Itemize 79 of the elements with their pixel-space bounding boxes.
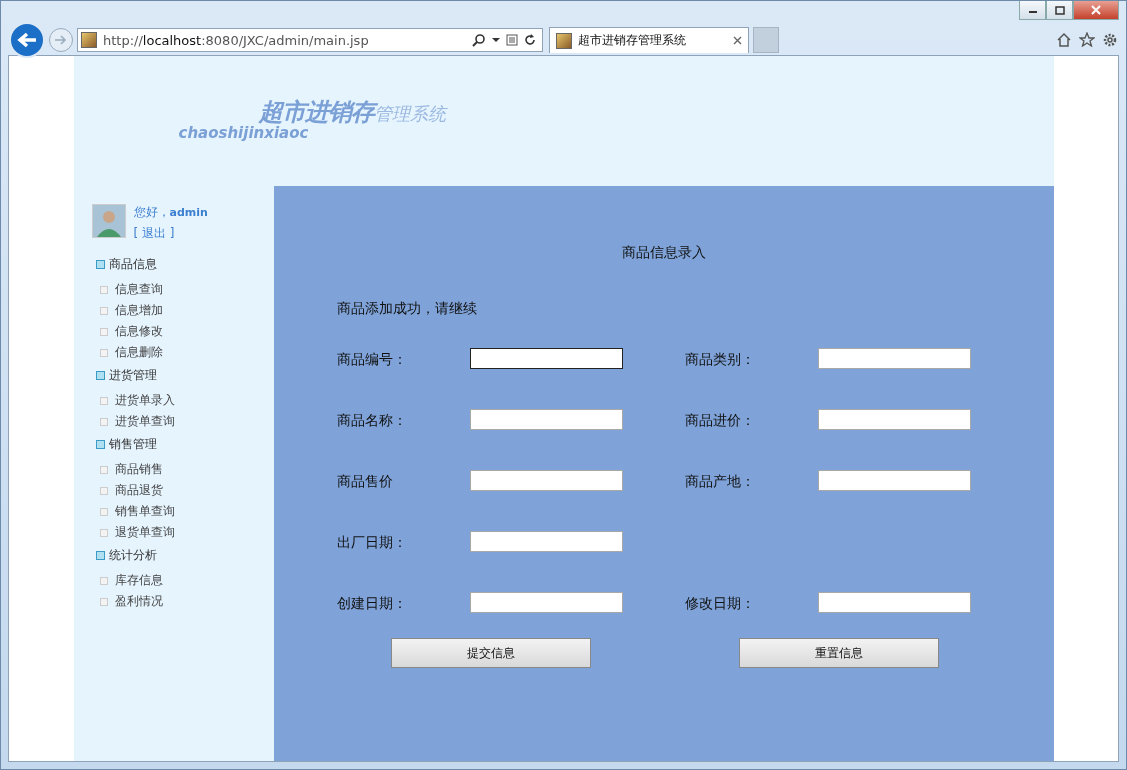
- avatar-icon: [91, 204, 126, 238]
- maximize-button[interactable]: [1046, 1, 1073, 20]
- square-bullet-icon: [99, 396, 108, 405]
- menu-group[interactable]: 进货管理: [108, 367, 157, 384]
- maximize-icon: [1054, 5, 1065, 15]
- address-text: http://localhost:8080/JXC/admin/main.jsp: [103, 32, 370, 48]
- square-bullet-icon: [99, 285, 108, 294]
- menu-item[interactable]: 商品退货: [114, 482, 163, 499]
- dropdown-caret-icon[interactable]: [492, 37, 500, 43]
- menu-item[interactable]: 销售单查询: [114, 503, 175, 520]
- menu-item[interactable]: 信息删除: [114, 344, 163, 361]
- close-tab-icon[interactable]: [733, 36, 742, 45]
- square-bullet-icon: [99, 507, 108, 516]
- page-icon: [556, 32, 572, 49]
- menu-item[interactable]: 信息修改: [114, 323, 163, 340]
- home-icon[interactable]: [1056, 32, 1072, 47]
- field-label: 商品编号：: [336, 350, 408, 369]
- close-icon: [1090, 5, 1102, 15]
- status-message: 商品添加成功，请继续: [336, 300, 478, 318]
- menu-group[interactable]: 商品信息: [108, 256, 157, 273]
- menu-item[interactable]: 退货单查询: [114, 524, 175, 541]
- field-label: 商品进价：: [684, 411, 756, 430]
- input-field[interactable]: [469, 409, 623, 430]
- square-bullet-icon: [99, 528, 108, 537]
- square-bullet-icon: [95, 371, 105, 380]
- input-field[interactable]: [469, 348, 623, 369]
- square-bullet-icon: [99, 327, 108, 336]
- input-field[interactable]: [817, 409, 971, 430]
- square-bullet-icon: [99, 465, 108, 474]
- compatibility-icon[interactable]: [506, 34, 518, 46]
- refresh-icon[interactable]: [524, 34, 536, 46]
- settings-icon[interactable]: [1102, 32, 1118, 48]
- field-label: 商品类别：: [684, 350, 756, 369]
- square-bullet-icon: [99, 348, 108, 357]
- minimize-button[interactable]: [1019, 1, 1046, 20]
- field-label: 修改日期：: [684, 594, 756, 613]
- input-field[interactable]: [469, 592, 623, 613]
- field-label: 创建日期：: [336, 594, 408, 613]
- input-field[interactable]: [817, 470, 971, 491]
- input-field[interactable]: [469, 470, 623, 491]
- address-bar[interactable]: http://localhost:8080/JXC/admin/main.jsp: [77, 28, 543, 52]
- menu-item[interactable]: 商品销售: [114, 461, 163, 478]
- submit-button[interactable]: 提交信息: [390, 638, 591, 668]
- browser-tab[interactable]: 超市进销存管理系统: [549, 27, 749, 53]
- back-arrow-icon: [16, 31, 38, 49]
- square-bullet-icon: [99, 576, 108, 585]
- reset-button[interactable]: 重置信息: [738, 638, 939, 668]
- logout-link[interactable]: [ 退出 ]: [133, 225, 208, 242]
- square-bullet-icon: [95, 551, 105, 560]
- field-label: 出厂日期：: [336, 533, 408, 552]
- forward-arrow-icon: [54, 34, 68, 46]
- menu-item[interactable]: 盈利情况: [114, 593, 163, 610]
- close-button[interactable]: [1073, 1, 1119, 20]
- star-icon[interactable]: [1079, 32, 1095, 47]
- menu-group[interactable]: 销售管理: [108, 436, 157, 453]
- greeting-text: 您好，admin: [133, 204, 208, 221]
- menu-item[interactable]: 信息查询: [114, 281, 163, 298]
- field-label: 商品名称：: [336, 411, 408, 430]
- square-bullet-icon: [95, 260, 105, 269]
- square-bullet-icon: [99, 486, 108, 495]
- square-bullet-icon: [95, 440, 105, 449]
- field-label: 商品售价: [336, 472, 394, 491]
- input-field[interactable]: [469, 531, 623, 552]
- menu-item[interactable]: 进货单查询: [114, 413, 175, 430]
- menu-item[interactable]: 库存信息: [114, 572, 163, 589]
- square-bullet-icon: [99, 417, 108, 426]
- square-bullet-icon: [99, 597, 108, 606]
- menu-item[interactable]: 信息增加: [114, 302, 163, 319]
- form-title: 商品信息录入: [620, 244, 707, 262]
- logo-pinyin: chaoshijinxiaoc: [178, 124, 310, 142]
- square-bullet-icon: [99, 306, 108, 315]
- tab-title: 超市进销存管理系统: [578, 32, 687, 49]
- menu-item[interactable]: 进货单录入: [114, 392, 175, 409]
- menu-group[interactable]: 统计分析: [108, 547, 157, 564]
- field-label: 商品产地：: [684, 472, 756, 491]
- input-field[interactable]: [817, 348, 971, 369]
- page-icon: [81, 32, 97, 48]
- search-icon[interactable]: [472, 33, 486, 47]
- input-field[interactable]: [817, 592, 971, 613]
